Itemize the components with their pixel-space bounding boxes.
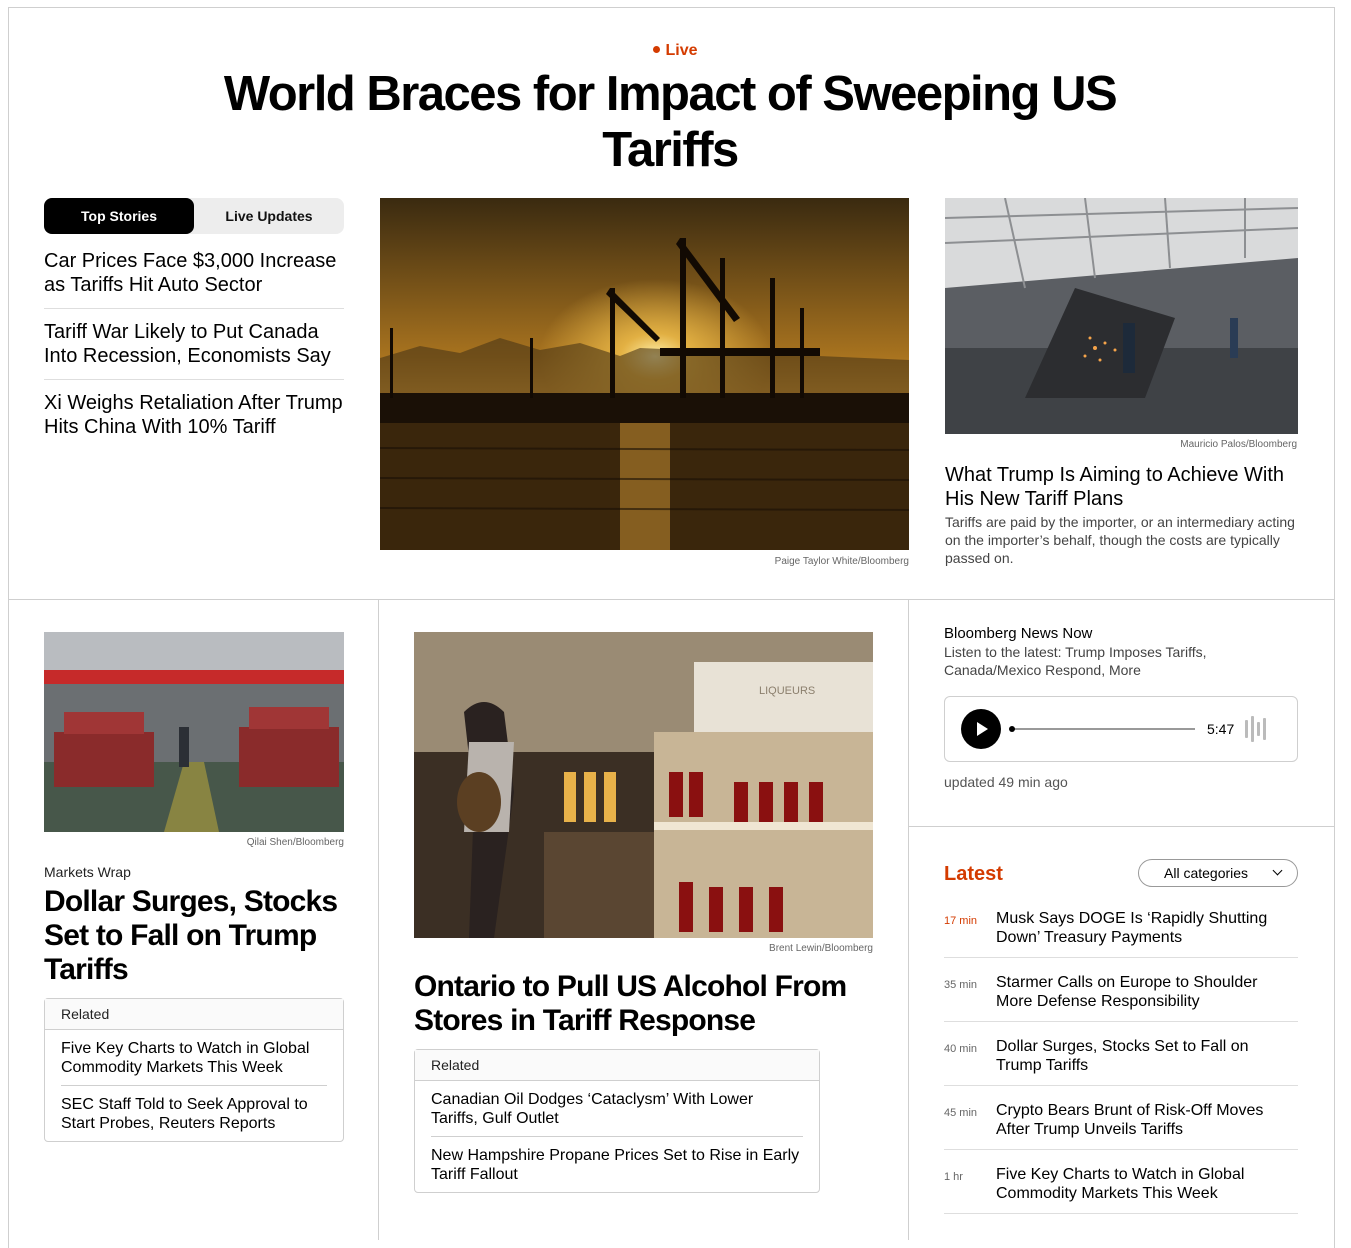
page-headline[interactable]: World Braces for Impact of Sweeping US T… — [190, 66, 1150, 178]
related-link[interactable]: Five Key Charts to Watch in Global Commo… — [61, 1030, 327, 1086]
feature-description: Tariffs are paid by the importer, or an … — [945, 514, 1295, 566]
feature-headline[interactable]: What Trump Is Aiming to Achieve With His… — [945, 463, 1297, 511]
column-divider — [908, 600, 909, 1240]
story-link[interactable]: Xi Weighs Retaliation After Trump Hits C… — [44, 391, 344, 450]
markets-photo-factory[interactable] — [44, 632, 344, 832]
live-dot-icon — [653, 46, 661, 53]
category-select-value: All categories — [1164, 865, 1249, 881]
column-divider — [378, 600, 379, 1240]
live-indicator[interactable]: Live — [0, 42, 1351, 60]
related-box: Related Five Key Charts to Watch in Glob… — [44, 998, 344, 1142]
latest-item[interactable]: 40 min Dollar Surges, Stocks Set to Fall… — [944, 1032, 1298, 1086]
latest-item-title[interactable]: Starmer Calls on Europe to Shoulder More… — [996, 974, 1257, 1010]
podcast-description: Listen to the latest: Trump Imposes Tari… — [944, 644, 1207, 678]
related-link[interactable]: SEC Staff Told to Seek Approval to Start… — [61, 1086, 327, 1141]
latest-item-title[interactable]: Five Key Charts to Watch in Global Commo… — [996, 1166, 1244, 1202]
play-icon — [977, 722, 988, 736]
section-divider — [8, 599, 1334, 600]
progress-track[interactable] — [1011, 728, 1195, 730]
waveform-icon — [1245, 716, 1267, 742]
related-label: Related — [45, 999, 343, 1030]
latest-item-time: 40 min — [944, 1043, 978, 1055]
latest-item-time: 17 min — [944, 915, 978, 927]
latest-item-time: 35 min — [944, 979, 978, 991]
latest-list: 17 min Musk Says DOGE Is ‘Rapidly Shutti… — [944, 904, 1298, 1224]
latest-item[interactable]: 35 min Starmer Calls on Europe to Should… — [944, 968, 1298, 1022]
ontario-headline[interactable]: Ontario to Pull US Alcohol From Stores i… — [414, 970, 884, 1038]
related-box: Related Canadian Oil Dodges ‘Cataclysm’ … — [414, 1049, 820, 1193]
progress-knob[interactable] — [1009, 726, 1015, 732]
latest-item-title[interactable]: Crypto Bears Brunt of Risk-Off Moves Aft… — [996, 1102, 1263, 1138]
story-kicker[interactable]: Markets Wrap — [44, 864, 131, 880]
podcast-updated-time: updated 49 min ago — [944, 774, 1068, 790]
related-label: Related — [415, 1050, 819, 1081]
play-button[interactable] — [961, 709, 1001, 749]
audio-duration: 5:47 — [1207, 721, 1235, 737]
story-link[interactable]: Car Prices Face $3,000 Increase as Tarif… — [44, 249, 344, 309]
latest-item-time: 45 min — [944, 1107, 978, 1119]
latest-item[interactable]: 17 min Musk Says DOGE Is ‘Rapidly Shutti… — [944, 904, 1298, 958]
svg-text:LIQUEURS: LIQUEURS — [759, 685, 815, 697]
photo-credit: Brent Lewin/Bloomberg — [769, 943, 873, 954]
story-link[interactable]: Tariff War Likely to Put Canada Into Rec… — [44, 320, 344, 380]
top-stories-list: Car Prices Face $3,000 Increase as Tarif… — [44, 249, 344, 461]
latest-item[interactable]: 1 hr Five Key Charts to Watch in Global … — [944, 1160, 1298, 1214]
photo-credit: Paige Taylor White/Bloomberg — [774, 556, 909, 567]
related-link[interactable]: Canadian Oil Dodges ‘Cataclysm’ With Low… — [431, 1081, 803, 1137]
main-photo-port-sunset[interactable] — [380, 198, 909, 550]
ontario-photo-liquor-store[interactable]: LIQUEURS — [414, 632, 873, 938]
tab-top-stories[interactable]: Top Stories — [44, 198, 194, 234]
related-link[interactable]: New Hampshire Propane Prices Set to Rise… — [431, 1137, 803, 1192]
chevron-down-icon — [1272, 865, 1283, 876]
sidebar-divider — [909, 826, 1334, 827]
feature-photo-factory[interactable] — [945, 198, 1298, 434]
tab-live-updates[interactable]: Live Updates — [194, 198, 344, 234]
photo-credit: Qilai Shen/Bloomberg — [246, 837, 344, 848]
markets-headline[interactable]: Dollar Surges, Stocks Set to Fall on Tru… — [44, 885, 344, 987]
latest-item[interactable]: 45 min Crypto Bears Brunt of Risk-Off Mo… — [944, 1096, 1298, 1150]
category-select[interactable]: All categories — [1138, 859, 1298, 887]
audio-player: 5:47 — [944, 696, 1298, 762]
podcast-title[interactable]: Bloomberg News Now — [944, 625, 1092, 642]
photo-credit: Mauricio Palos/Bloomberg — [1180, 439, 1297, 450]
latest-item-title[interactable]: Dollar Surges, Stocks Set to Fall on Tru… — [996, 1038, 1249, 1074]
latest-item-time: 1 hr — [944, 1171, 963, 1183]
latest-heading: Latest — [944, 863, 1003, 885]
latest-item-title[interactable]: Musk Says DOGE Is ‘Rapidly Shutting Down… — [996, 910, 1267, 946]
story-tabs: Top Stories Live Updates — [44, 198, 344, 234]
